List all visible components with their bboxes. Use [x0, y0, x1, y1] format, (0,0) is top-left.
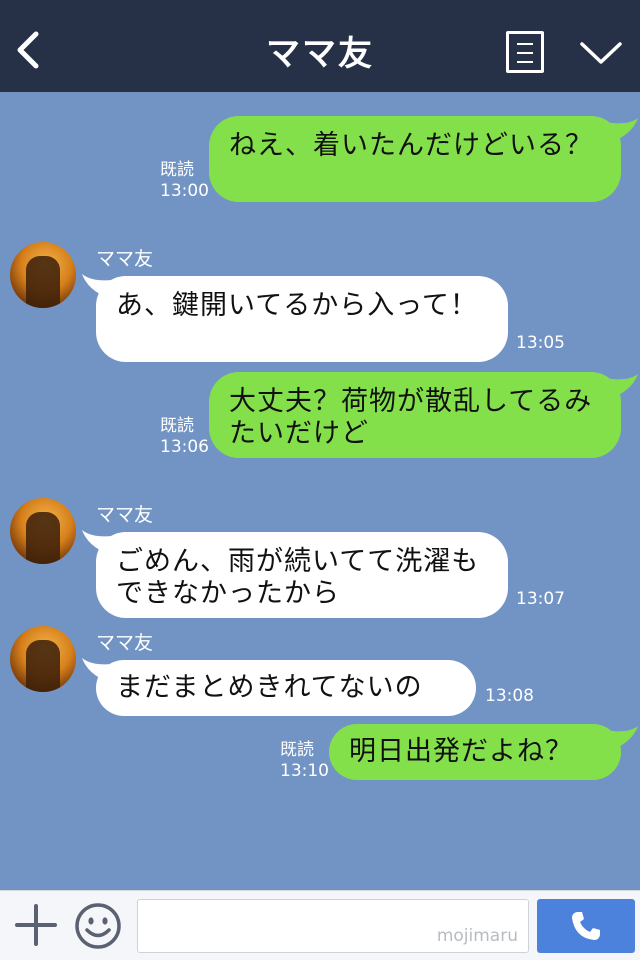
message-time: 13:07 — [516, 589, 565, 609]
their-message-bubble[interactable]: まだまとめきれてないの — [96, 660, 476, 716]
watermark: mojimaru — [436, 926, 518, 946]
avatar[interactable] — [10, 242, 76, 308]
sender-name: ママ友 — [96, 504, 154, 526]
message-input-bar: mojimaru — [0, 890, 640, 960]
plus-icon[interactable] — [14, 903, 58, 947]
my-message-bubble[interactable]: ねえ、着いたんだけどいる？ — [209, 116, 621, 202]
message-time: 13:08 — [485, 686, 534, 706]
read-receipt: 既読 13:10 — [280, 740, 329, 781]
bubble-tail — [606, 726, 638, 750]
smile-icon[interactable] — [74, 902, 122, 950]
chevron-down-icon[interactable] — [578, 36, 624, 70]
message-time: 13:05 — [516, 333, 565, 353]
sender-name: ママ友 — [96, 632, 154, 654]
their-message-bubble[interactable]: ごめん、雨が続いてて洗濯もできなかったから — [96, 532, 508, 618]
chat-title: ママ友 — [266, 34, 374, 74]
message-input[interactable]: mojimaru — [137, 899, 529, 953]
my-message-bubble[interactable]: 明日出発だよね？ — [329, 724, 621, 780]
their-message-bubble[interactable]: あ、鍵開いてるから入って！ — [96, 276, 508, 362]
phone-icon — [572, 912, 600, 940]
read-receipt: 既読 13:00 — [160, 160, 209, 201]
read-receipt: 既読 13:06 — [160, 416, 209, 457]
menu-icon[interactable] — [506, 31, 544, 73]
bubble-tail — [606, 118, 638, 142]
avatar[interactable] — [10, 498, 76, 564]
bubble-tail — [606, 374, 638, 398]
sender-name: ママ友 — [96, 248, 154, 270]
chat-header: ママ友 — [0, 0, 640, 92]
my-message-bubble[interactable]: 大丈夫？荷物が散乱してるみたいだけど — [209, 372, 621, 458]
avatar[interactable] — [10, 626, 76, 692]
call-button[interactable] — [537, 899, 635, 953]
